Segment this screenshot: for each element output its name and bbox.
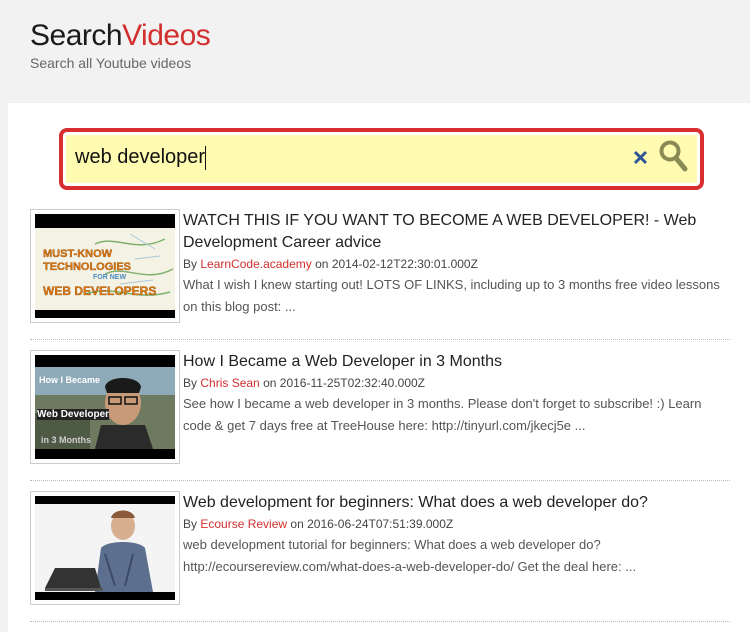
by-label: By [183, 517, 198, 531]
brand-logo[interactable]: SearchVideos [30, 18, 211, 54]
close-icon [633, 150, 648, 165]
clear-search-button[interactable] [632, 148, 650, 166]
video-title[interactable]: How I Became a Web Developer in 3 Months [183, 351, 723, 373]
video-description: See how I became a web developer in 3 mo… [183, 396, 702, 433]
thumbnail-caption-3: in 3 Months [41, 435, 91, 445]
channel-link[interactable]: Ecourse Review [200, 517, 287, 531]
video-meta: By LearnCode.academy on 2014-02-12T22:30… [183, 257, 478, 271]
left-gutter [0, 103, 8, 632]
search-icon [659, 140, 688, 172]
search-input[interactable]: web developer [75, 141, 615, 173]
thumbnail-caption-4: WEB DEVELOPERS [43, 284, 157, 298]
thumbnail-art-3 [35, 496, 175, 600]
brand-part-search: Search [30, 19, 123, 52]
result-divider [30, 339, 730, 340]
thumbnail-image: How I Became Web Developer in 3 Months [35, 355, 175, 459]
thumbnail-caption-1: How I Became [39, 375, 101, 385]
publish-date: 2014-02-12T22:30:01.000Z [331, 257, 478, 271]
video-meta: By Ecourse Review on 2016-06-24T07:51:39… [183, 517, 453, 531]
video-title[interactable]: Web development for beginners: What does… [183, 492, 723, 514]
search-query-text: web developer [75, 146, 206, 168]
video-meta: By Chris Sean on 2016-11-25T02:32:40.000… [183, 376, 425, 390]
result-item: Web development for beginners: What does… [30, 482, 730, 622]
publish-date: 2016-06-24T07:51:39.000Z [307, 517, 454, 531]
result-divider [30, 480, 730, 481]
tagline: Search all Youtube videos [30, 55, 192, 71]
search-button[interactable] [658, 139, 688, 173]
video-thumbnail[interactable] [30, 491, 180, 605]
on-label: on [315, 257, 329, 271]
thumbnail-caption-2: Web Developer [37, 409, 110, 420]
thumbnail-image: MUST-KNOW TECHNOLOGIES FOR NEW WEB DEVEL… [35, 214, 175, 318]
publish-date: 2016-11-25T02:32:40.000Z [279, 376, 425, 390]
on-label: on [290, 517, 304, 531]
thumbnail-caption-2: TECHNOLOGIES [43, 261, 132, 273]
by-label: By [183, 257, 198, 271]
result-item: MUST-KNOW TECHNOLOGIES FOR NEW WEB DEVEL… [30, 200, 730, 340]
on-label: on [263, 376, 277, 390]
by-label: By [183, 376, 198, 390]
thumbnail-caption-3: FOR NEW [93, 274, 127, 281]
video-description: What I wish I knew starting out! LOTS OF… [183, 277, 720, 314]
result-divider [30, 621, 730, 622]
result-item: How I Became Web Developer in 3 Months H… [30, 341, 730, 481]
channel-link[interactable]: Chris Sean [200, 376, 259, 390]
thumbnail-image [35, 496, 175, 600]
brand-part-videos: Videos [122, 19, 211, 52]
video-thumbnail[interactable]: MUST-KNOW TECHNOLOGIES FOR NEW WEB DEVEL… [30, 209, 180, 323]
search-box: web developer [59, 128, 704, 190]
thumbnail-caption-1: MUST-KNOW [43, 248, 113, 260]
search-field-background: web developer [66, 135, 697, 183]
page-header: SearchVideos Search all Youtube videos [0, 0, 750, 103]
video-title[interactable]: WATCH THIS IF YOU WANT TO BECOME A WEB D… [183, 210, 723, 254]
video-thumbnail[interactable]: How I Became Web Developer in 3 Months [30, 350, 180, 464]
text-caret [205, 145, 207, 170]
channel-link[interactable]: LearnCode.academy [200, 257, 311, 271]
video-description: web development tutorial for beginners: … [183, 537, 637, 574]
